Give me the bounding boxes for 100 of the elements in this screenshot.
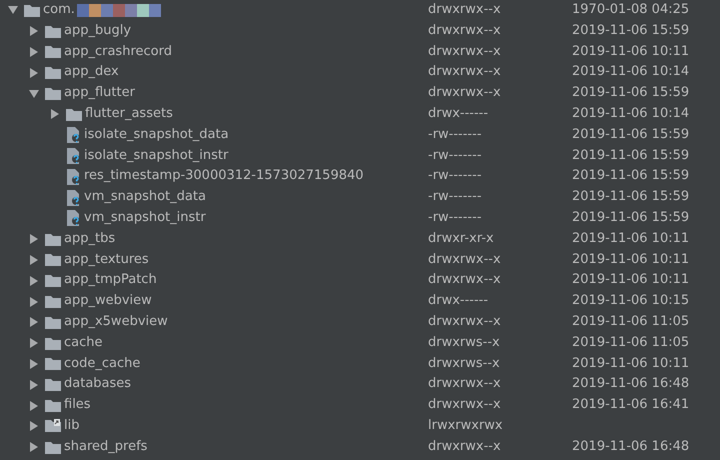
permissions-text: lrwxrwxrwx [428,418,503,433]
date-text: 2019-11-06 15:59 [572,126,690,144]
collapse-arrow[interactable] [29,90,39,98]
date-text: 2019-11-06 10:11 [572,42,690,61]
tree-item-label[interactable]: flutter_assets [85,104,173,125]
date-text: 2019-11-06 15:59 [572,188,690,206]
expand-arrow[interactable] [30,296,38,307]
expand-arrow[interactable] [30,68,38,78]
expand-arrow[interactable] [30,421,38,432]
tree-item-label[interactable]: cache [64,332,102,354]
expand-arrow[interactable] [30,338,38,348]
expand-arrow[interactable] [51,109,59,120]
date-text: 2019-11-06 15:59 [572,208,690,227]
folder-icon [45,253,61,266]
permissions-text: -rw------- [428,126,482,142]
permissions-text: drwxrwx--x [428,44,501,59]
tree-item-label[interactable]: app_webview [64,291,152,312]
folder-icon [45,336,61,350]
unknown-file-icon [66,190,81,206]
date-text: 2019-11-06 15:59 [572,84,690,102]
tree-item-label[interactable]: vm_snapshot_data [84,187,206,208]
folder-icon [45,66,61,80]
date-text: 2019-11-06 10:11 [572,354,690,373]
permissions-text: drwxr-xr-x [428,230,494,246]
unknown-file-icon [66,127,81,144]
expand-arrow[interactable] [30,26,38,36]
collapse-arrow[interactable] [8,6,18,14]
date-text: 2019-11-06 16:48 [572,375,690,394]
date-text: 2019-11-06 10:15 [572,292,690,310]
expand-arrow[interactable] [30,380,38,390]
permissions-text: -rw------- [428,168,482,184]
date-text: 2019-11-06 10:11 [572,230,690,248]
tree-item-label[interactable]: app_dex [64,62,119,84]
folder-icon [45,274,61,288]
permissions-text: drwxrwx--x [428,314,501,329]
tree-item-label[interactable]: app_x5webview [64,312,168,333]
folder-icon [45,316,61,329]
tree-item-label[interactable]: vm_snapshot_instr [84,208,206,229]
tree-item-label[interactable]: code_cache [64,354,140,374]
date-text: 2019-11-06 11:05 [572,334,690,352]
permissions-text: -rw------- [428,148,482,163]
expand-arrow[interactable] [30,254,38,265]
tree-item-label[interactable]: app_crashrecord [64,42,172,62]
date-text: 2019-11-06 15:59 [572,167,690,186]
date-text: 2019-11-06 16:41 [572,396,690,414]
date-text: 2019-11-06 16:48 [572,438,690,456]
expand-arrow[interactable] [30,400,38,411]
tree-item-label[interactable]: com. [43,0,75,21]
tree-item-label[interactable]: app_textures [64,250,149,270]
tree-item-label[interactable]: databases [64,374,132,396]
permissions-text: drwx------ [428,293,488,308]
expand-arrow[interactable] [30,46,38,57]
permissions-text: drwxrwx--x [428,272,501,288]
folder-icon [45,357,61,370]
folder-icon [45,378,61,392]
date-text: 1970-01-08 04:25 [572,1,690,19]
permissions-text: drwxrwx--x [428,438,501,454]
folder-icon [45,232,61,246]
date-text: 2019-11-06 10:11 [572,271,690,290]
tree-item-label[interactable]: app_flutter [64,83,135,104]
tree-item-label[interactable]: app_tmpPatch [64,270,157,292]
unknown-file-icon [66,168,81,185]
expand-arrow[interactable] [30,358,38,369]
tree-item-label[interactable]: app_bugly [64,20,132,42]
folder-icon [45,24,61,38]
date-text: 2019-11-06 10:14 [572,63,690,82]
expand-arrow[interactable] [30,317,38,328]
permissions-text: drwxrwx--x [428,22,501,38]
tree-item-label[interactable]: app_tbs [64,228,116,250]
permissions-text: drwxrws--x [428,334,500,350]
permissions-text: -rw------- [428,210,482,225]
permissions-text: drwxrwx--x [428,2,501,17]
date-text: 2019-11-06 10:14 [572,104,690,123]
date-text: 2019-11-06 10:11 [572,250,690,269]
tree-item-label[interactable]: isolate_snapshot_data [84,124,229,146]
date-text: 2019-11-06 11:05 [572,312,690,331]
folder-icon [24,4,40,17]
expand-arrow[interactable] [30,442,38,452]
permissions-text: drwxrwx--x [428,376,501,392]
tree-item-label[interactable]: isolate_snapshot_instr [84,146,228,166]
expand-arrow[interactable] [30,276,38,286]
folder-icon [66,108,82,121]
folder-link-icon [45,419,61,434]
expand-arrow[interactable] [30,234,38,244]
folder-icon [45,45,61,58]
tree-item-label[interactable]: res_timestamp-30000312-1573027159840 [84,166,364,188]
date-text: 2019-11-06 15:59 [572,146,690,165]
folder-icon [45,399,61,412]
tree-item-label[interactable]: files [64,395,91,416]
folder-icon [45,295,61,308]
permissions-text: drwxrwx--x [428,85,501,100]
tree-item-label[interactable]: shared_prefs [64,436,148,458]
tree-item-label[interactable]: lib [64,416,80,437]
permissions-text: drwxrws--x [428,356,500,371]
unknown-file-icon [66,148,81,164]
permissions-text: drwxrwx--x [428,252,501,267]
permissions-text: drwx------ [428,106,488,121]
date-text: 2019-11-06 15:59 [572,22,690,40]
unknown-file-icon [66,210,81,226]
permissions-text: -rw------- [428,189,482,204]
